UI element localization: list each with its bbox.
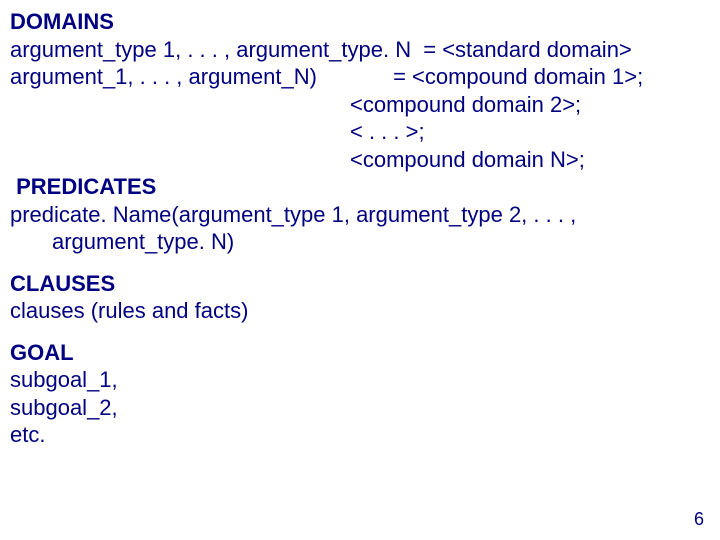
goal-section: GOAL subgoal_1, subgoal_2, etc. [10, 339, 710, 449]
predicates-heading-text: PREDICATES [16, 174, 156, 199]
predicates-line-1: predicate. Name(argument_type 1, argumen… [10, 201, 710, 229]
domains-line1-right: = <standard domain> [423, 37, 632, 62]
page-number: 6 [694, 508, 704, 531]
clauses-line-1: clauses (rules and facts) [10, 297, 710, 325]
predicates-section: PREDICATES predicate. Name(argument_type… [10, 173, 710, 256]
predicates-heading: PREDICATES [10, 173, 710, 201]
goal-line-3: etc. [10, 421, 710, 449]
domains-line-2: argument_1, . . . , argument_N) = <compo… [10, 63, 710, 91]
domains-line1-left: argument_type 1, . . . , argument_type. … [10, 37, 411, 62]
clauses-section: CLAUSES clauses (rules and facts) [10, 270, 710, 325]
domains-line-3: <compound domain 2>; [10, 91, 710, 119]
goal-heading: GOAL [10, 339, 710, 367]
domains-line2-right: = <compound domain 1>; [393, 64, 643, 89]
domains-heading: DOMAINS [10, 8, 710, 36]
goal-line-1: subgoal_1, [10, 366, 710, 394]
domains-line-1: argument_type 1, . . . , argument_type. … [10, 36, 710, 64]
slide-content: DOMAINS argument_type 1, . . . , argumen… [0, 0, 720, 540]
domains-line-4: < . . . >; [10, 118, 710, 146]
predicates-line-2: argument_type. N) [10, 228, 710, 256]
clauses-heading: CLAUSES [10, 270, 710, 298]
domains-line2-left: argument_1, . . . , argument_N) [10, 64, 317, 89]
domains-section: DOMAINS argument_type 1, . . . , argumen… [10, 8, 710, 173]
goal-line-2: subgoal_2, [10, 394, 710, 422]
domains-line-5: <compound domain N>; [10, 146, 710, 174]
